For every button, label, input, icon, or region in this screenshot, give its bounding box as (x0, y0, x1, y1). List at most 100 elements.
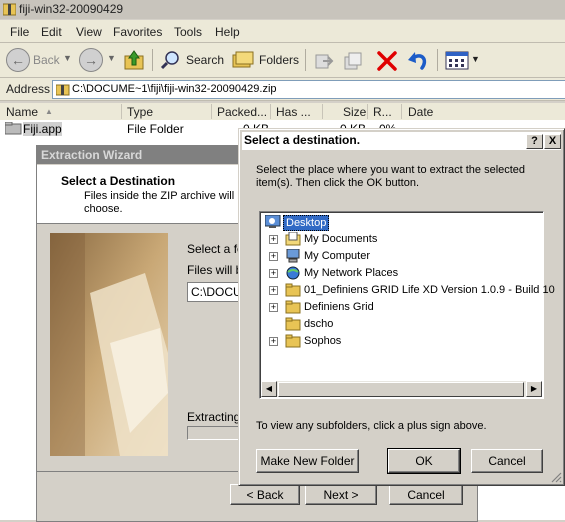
back-dropdown-icon[interactable]: ▼ (63, 53, 72, 63)
expand-plus-icon[interactable]: + (269, 337, 278, 346)
wizard-desc-line1: Files inside the ZIP archive will b (84, 190, 244, 202)
search-icon[interactable] (160, 50, 180, 70)
column-date[interactable]: Date (408, 105, 433, 119)
cancel-button[interactable]: Cancel (471, 449, 543, 473)
expand-plus-icon[interactable]: + (269, 235, 278, 244)
tree-item-my-documents[interactable]: + My Documents (260, 231, 530, 248)
column-size[interactable]: Size (343, 105, 366, 119)
toolbar-separator (437, 49, 438, 71)
copy-to-icon[interactable] (343, 51, 363, 71)
help-button[interactable]: ? (526, 134, 543, 149)
tree-item-my-computer[interactable]: + My Computer (260, 248, 530, 265)
scroll-left-icon[interactable]: ◀ (261, 381, 277, 397)
wizard-next-button[interactable]: Next > (305, 484, 377, 505)
folder-icon (285, 334, 301, 348)
dialog-title: Select a destination. (244, 133, 361, 147)
network-places-icon (286, 266, 300, 280)
address-input[interactable]: C:\DOCUME~1\fiji\fiji-win32-20090429.zip (52, 80, 565, 99)
file-name: Fiji.app (23, 122, 62, 136)
expand-plus-icon[interactable]: + (269, 303, 278, 312)
column-name[interactable]: Name (6, 105, 38, 119)
tree-label: My Documents (304, 233, 378, 245)
forward-arrow-icon[interactable]: → (79, 48, 103, 72)
scroll-thumb[interactable] (278, 382, 524, 397)
menu-favorites[interactable]: Favorites (113, 25, 162, 39)
toolbar-separator (152, 49, 153, 71)
tree-item-desktop[interactable]: Desktop (260, 214, 530, 231)
column-type[interactable]: Type (127, 105, 153, 119)
explorer-title-bar[interactable]: fiji-win32-20090429 (0, 0, 565, 19)
forward-dropdown-icon[interactable]: ▼ (107, 53, 116, 63)
toolbar-separator (305, 49, 306, 71)
tree-label: Definiens Grid (304, 301, 374, 313)
dialog-instruction-line2: item(s). Then click the OK button. (256, 177, 420, 189)
views-dropdown-icon[interactable]: ▼ (471, 54, 480, 64)
menu-view[interactable]: View (76, 25, 102, 39)
tree-item-network-places[interactable]: + My Network Places (260, 265, 530, 282)
folders-icon[interactable] (232, 51, 254, 69)
expand-plus-icon[interactable]: + (269, 252, 278, 261)
dialog-title-bar[interactable]: Select a destination. ? X (242, 132, 561, 150)
zip-folder-icon (56, 84, 70, 96)
folders-button[interactable]: Folders (259, 53, 299, 67)
folder-icon (285, 283, 301, 297)
scroll-right-icon[interactable]: ▶ (526, 381, 542, 397)
menu-bar: File Edit View Favorites Tools Help (0, 20, 565, 43)
menu-edit[interactable]: Edit (41, 25, 62, 39)
ok-button[interactable]: OK (387, 448, 461, 474)
zip-folder-icon (3, 3, 16, 16)
undo-icon[interactable] (406, 50, 430, 72)
tree-label: Desktop (283, 215, 330, 231)
folder-icon (285, 300, 301, 314)
column-headers: Name ▲ Type Packed... Has ... Size R... … (0, 103, 565, 121)
address-value: C:\DOCUME~1\fiji\fiji-win32-20090429.zip (72, 83, 277, 95)
expand-plus-icon[interactable]: + (269, 286, 278, 295)
back-arrow-icon[interactable]: ← (6, 48, 30, 72)
column-packed[interactable]: Packed... (217, 105, 267, 119)
tree-item-dscho[interactable]: dscho (260, 316, 530, 333)
close-button[interactable]: X (544, 134, 561, 149)
tree-label: My Computer (304, 250, 371, 262)
wizard-title: Extraction Wizard (41, 148, 143, 162)
dialog-instruction-line1: Select the place where you want to extra… (256, 164, 526, 176)
tree-item-definiens-grid-life[interactable]: + 01_Definiens GRID Life XD Version 1.0.… (260, 282, 555, 299)
wizard-illustration (50, 233, 168, 456)
folder-tree[interactable]: Desktop + My Documents + My Computer + M… (259, 211, 555, 399)
wizard-cancel-button[interactable]: Cancel (389, 484, 463, 505)
expand-plus-icon[interactable]: + (269, 269, 278, 278)
select-destination-dialog: Select a destination. ? X Select the pla… (238, 128, 565, 486)
up-folder-icon[interactable] (123, 49, 145, 71)
wizard-desc-line2: choose. (84, 203, 123, 215)
file-type: File Folder (127, 122, 184, 136)
move-to-icon[interactable] (314, 51, 334, 71)
tree-label: Sophos (304, 335, 342, 347)
wizard-back-button[interactable]: < Back (230, 484, 300, 505)
tree-label: 01_Definiens GRID Life XD Version 1.0.9 … (304, 284, 555, 296)
window-title: fiji-win32-20090429 (19, 2, 124, 16)
address-label: Address (6, 82, 51, 96)
menu-tools[interactable]: Tools (174, 25, 202, 39)
tree-item-definiens-grid[interactable]: + Definiens Grid (260, 299, 530, 316)
toolbar: ← Back ▼ → ▼ Search Folders ▼ (0, 43, 565, 78)
column-ratio[interactable]: R... (373, 105, 392, 119)
horizontal-scrollbar[interactable]: ◀ ▶ (261, 381, 542, 397)
back-button[interactable]: Back (33, 53, 60, 67)
my-computer-icon (286, 249, 300, 263)
my-documents-icon (285, 232, 301, 246)
extracting-label: Extracting. (187, 410, 244, 424)
tree-item-sophos[interactable]: + Sophos (260, 333, 530, 350)
menu-help[interactable]: Help (215, 25, 240, 39)
search-button[interactable]: Search (186, 53, 224, 67)
make-new-folder-button[interactable]: Make New Folder (256, 449, 359, 473)
delete-icon[interactable] (376, 50, 398, 72)
resize-grip-icon[interactable] (550, 471, 562, 483)
column-has[interactable]: Has ... (276, 105, 311, 119)
sort-ascending-icon: ▲ (45, 107, 53, 116)
folder-icon (5, 122, 22, 135)
folder-icon (285, 317, 301, 331)
menu-file[interactable]: File (10, 25, 29, 39)
views-icon[interactable] (445, 51, 469, 71)
desktop-icon (265, 215, 281, 228)
wizard-heading: Select a Destination (61, 174, 176, 188)
wizard-path-value: C:\DOCU (191, 285, 242, 299)
